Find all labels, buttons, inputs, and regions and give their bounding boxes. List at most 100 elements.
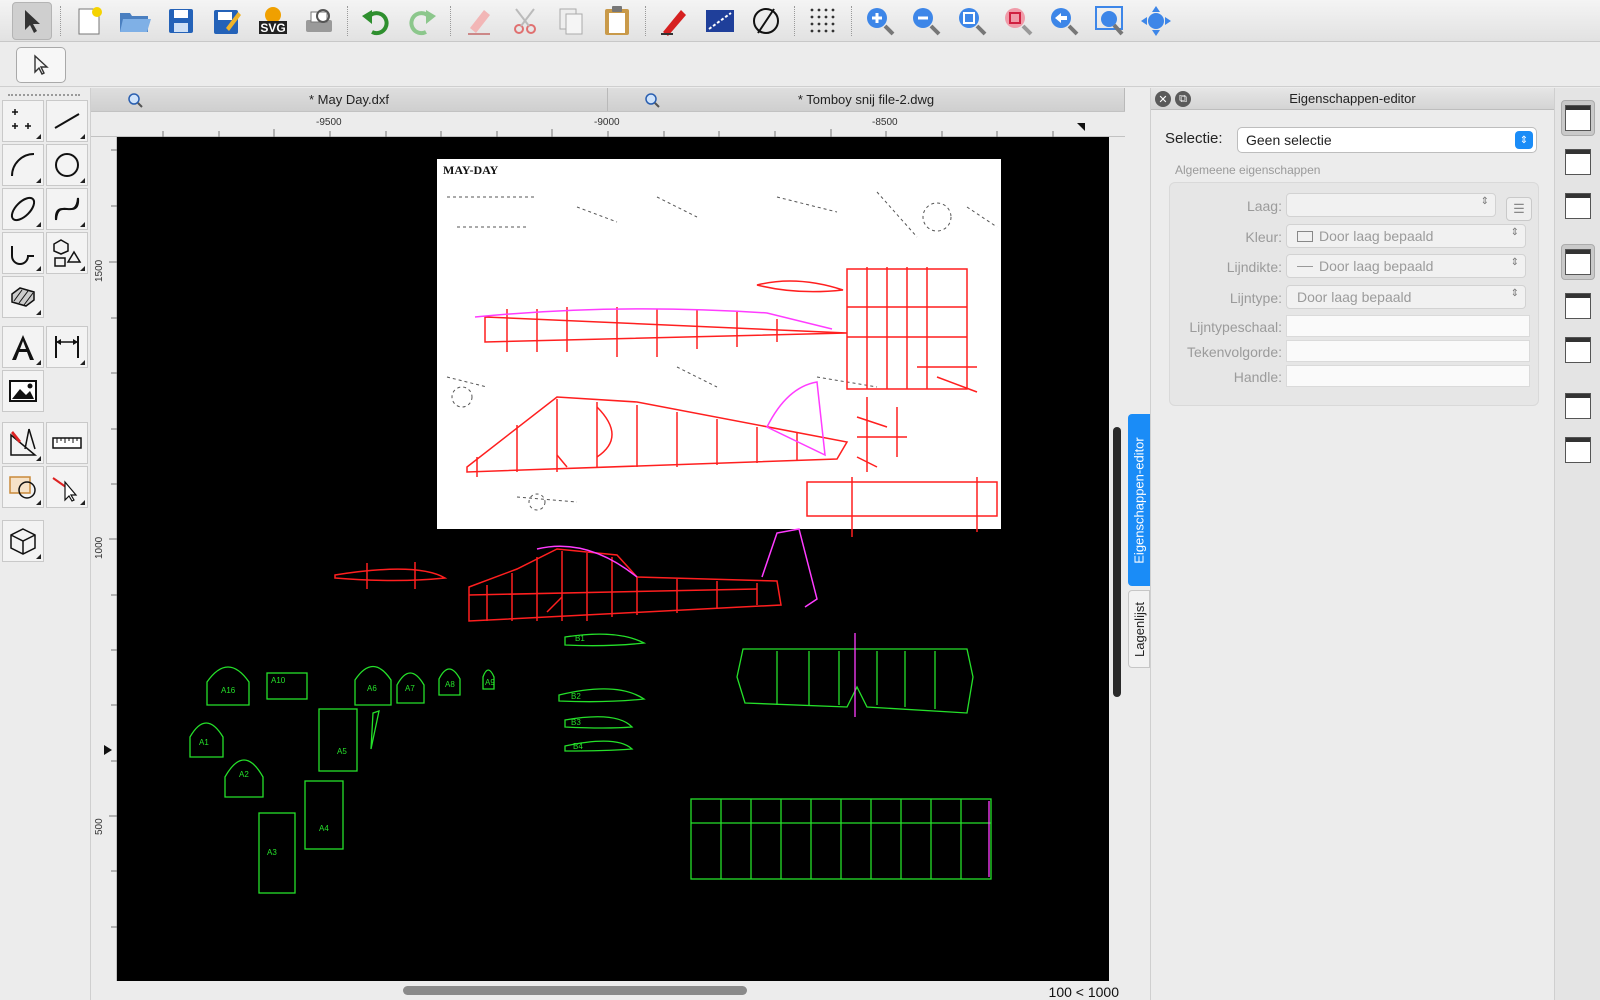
image-icon — [9, 380, 37, 402]
save-button[interactable] — [161, 2, 201, 40]
spline-icon — [54, 197, 80, 221]
property-value: Door laag bepaald — [1319, 228, 1434, 244]
pan-arrows-icon — [1141, 5, 1171, 36]
hatch-tool[interactable] — [2, 276, 44, 318]
paste-button[interactable] — [597, 2, 637, 40]
ruler-label: 1000 — [94, 536, 105, 559]
3d-tool[interactable] — [2, 520, 44, 562]
zoom-in-icon — [867, 7, 895, 35]
text-tool[interactable] — [2, 326, 44, 368]
selection-dropdown[interactable]: Geen selectie ⇕ — [1237, 127, 1537, 153]
cut-button[interactable] — [505, 2, 545, 40]
vertical-scrollbar[interactable] — [1109, 137, 1125, 981]
zoom-in-button[interactable] — [860, 2, 900, 40]
main-toolbar: SVG — [0, 0, 1600, 42]
measure-button[interactable] — [700, 2, 740, 40]
arrow-cursor-icon — [34, 54, 49, 75]
color-select[interactable]: Door laag bepaald ⇕ — [1286, 224, 1526, 248]
ruler-label: -8500 — [872, 117, 898, 128]
lineweight-select[interactable]: Door laag bepaald ⇕ — [1286, 254, 1526, 278]
image-tool[interactable] — [2, 370, 44, 412]
dock-properties-button[interactable] — [1561, 244, 1595, 280]
vertical-scroll-thumb[interactable] — [1113, 427, 1121, 697]
dock-command-history-button[interactable] — [1561, 388, 1595, 424]
handle-input[interactable] — [1286, 365, 1530, 387]
circle-tool[interactable] — [46, 144, 88, 186]
scissors-icon — [514, 7, 536, 34]
part-label: A2 — [239, 770, 249, 779]
snap-circle-button[interactable] — [746, 2, 786, 40]
tab-properties-editor[interactable]: Eigenschappen-editor — [1128, 414, 1150, 586]
save-as-button[interactable] — [207, 2, 247, 40]
zoom-window-icon — [1005, 7, 1033, 35]
select-tool-button[interactable] — [12, 1, 52, 40]
draft-tool[interactable] — [2, 422, 44, 464]
point-tool[interactable] — [2, 100, 44, 142]
print-preview-button[interactable] — [299, 2, 339, 40]
copy-button[interactable] — [551, 2, 591, 40]
property-row-lijntypeschaal: Lijntypeschaal: — [1170, 314, 1540, 340]
dimension-tool[interactable] — [46, 326, 88, 368]
property-label: Handle: — [1233, 369, 1282, 385]
measure-tool[interactable] — [46, 422, 88, 464]
tab-tomboy[interactable]: * Tomboy snij file-2.dwg — [608, 88, 1125, 111]
modify-tool[interactable] — [46, 466, 88, 508]
ellipse-tool[interactable] — [2, 188, 44, 230]
block-tool[interactable] — [2, 466, 44, 508]
dock-filter-button[interactable] — [1561, 288, 1595, 324]
tab-layer-list[interactable]: Lagenlijst — [1128, 590, 1150, 668]
ruler-label: -9500 — [316, 117, 342, 128]
export-svg-button[interactable]: SVG — [253, 2, 293, 40]
linetype-select[interactable]: Door laag bepaald ⇕ — [1286, 285, 1526, 309]
grid-button[interactable] — [803, 2, 843, 40]
toolbar-separator — [794, 5, 795, 36]
zoom-window-button[interactable] — [998, 2, 1038, 40]
zoom-previous-button[interactable] — [1044, 2, 1084, 40]
dock-library-button[interactable] — [1561, 144, 1595, 180]
list-icon: ☰ — [1513, 201, 1525, 216]
shapes-tool[interactable] — [46, 232, 88, 274]
open-file-button[interactable] — [115, 2, 155, 40]
horizontal-scrollbar[interactable]: 100 < 1000 — [117, 982, 1125, 1000]
zoom-out-icon — [913, 7, 941, 35]
zoom-previous-icon — [1051, 7, 1079, 35]
new-file-button[interactable] — [69, 2, 109, 40]
panel-float-button[interactable]: ⧉ — [1175, 91, 1191, 107]
linetype-scale-input[interactable] — [1286, 315, 1530, 337]
block-window-icon — [1565, 105, 1591, 131]
horizontal-scroll-thumb[interactable] — [403, 986, 747, 995]
panel-close-button[interactable]: ✕ — [1155, 91, 1171, 107]
polyline-tool[interactable] — [2, 232, 44, 274]
layer-select[interactable]: ⇕ — [1286, 193, 1496, 217]
draw-order-input[interactable] — [1286, 340, 1530, 362]
tab-may-day[interactable]: * May Day.dxf — [91, 88, 608, 111]
zoom-selection-icon — [1095, 5, 1124, 35]
dock-view-button[interactable] — [1561, 188, 1595, 224]
pan-button[interactable] — [1136, 2, 1176, 40]
points-icon — [12, 109, 31, 129]
drawing-canvas[interactable]: MAY-DAY A16 A10 A6 A7 A8 A9 A1 A2 A5 A4 … — [117, 137, 1109, 981]
arc-tool[interactable] — [2, 144, 44, 186]
floppy-disk-icon — [169, 8, 193, 33]
selection-value: Geen selectie — [1246, 132, 1332, 148]
zoom-selection-button[interactable] — [1090, 2, 1130, 40]
layer-list-button[interactable]: ☰ — [1506, 197, 1532, 221]
chevron-updown-icon: ⇕ — [1510, 288, 1519, 299]
erase-button[interactable] — [459, 2, 499, 40]
hatch-icon — [11, 287, 35, 307]
zoom-auto-button[interactable] — [952, 2, 992, 40]
draw-pen-button[interactable] — [654, 2, 694, 40]
spline-tool[interactable] — [46, 188, 88, 230]
redo-button[interactable] — [402, 2, 442, 40]
select-entities-button[interactable] — [16, 47, 66, 83]
zoom-out-button[interactable] — [906, 2, 946, 40]
tab-label: * May Day.dxf — [309, 92, 389, 107]
library-window-icon — [1565, 149, 1591, 175]
ellipse-icon — [10, 196, 36, 222]
dock-block-list-button[interactable] — [1561, 100, 1595, 136]
undo-button[interactable] — [356, 2, 396, 40]
tab-label: Eigenschappen-editor — [1131, 436, 1147, 564]
line-tool[interactable] — [46, 100, 88, 142]
dock-camera-button[interactable] — [1561, 332, 1595, 368]
dock-clipboard-button[interactable] — [1561, 432, 1595, 468]
